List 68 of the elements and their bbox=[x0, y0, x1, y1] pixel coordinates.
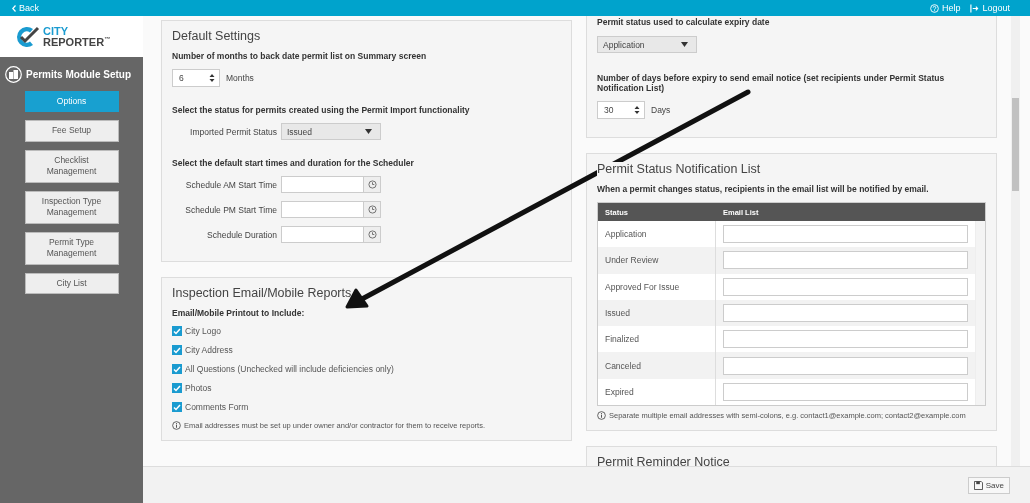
table-cell: Canceled bbox=[598, 352, 716, 379]
logo-text: CITY bbox=[43, 26, 70, 37]
sidebar-item[interactable]: Checklist Management bbox=[24, 149, 119, 183]
field-heading: Email/Mobile Printout to Include: bbox=[172, 308, 306, 318]
checkbox-label: City Logo bbox=[185, 326, 221, 336]
status-dropdown[interactable]: Application bbox=[597, 36, 697, 53]
field-heading: Select the status for permits created using the Permit Import functionality bbox=[172, 105, 471, 115]
clock-icon bbox=[367, 180, 377, 189]
unit-label: Days bbox=[651, 105, 671, 115]
info-icon bbox=[597, 411, 606, 421]
chevron-left-icon bbox=[12, 4, 16, 12]
status-dropdown[interactable]: Issued bbox=[281, 123, 381, 140]
time-field[interactable] bbox=[281, 226, 381, 243]
email-input-field[interactable] bbox=[723, 382, 968, 401]
checkbox-label: Photos bbox=[185, 383, 212, 393]
help-icon bbox=[929, 3, 939, 13]
floppy-icon bbox=[973, 480, 983, 490]
spinner-icon[interactable] bbox=[209, 73, 215, 83]
checkbox[interactable] bbox=[172, 402, 182, 412]
table-cell: Under Review bbox=[598, 247, 716, 274]
info-icon bbox=[172, 421, 181, 430]
email-input-field[interactable] bbox=[723, 251, 968, 270]
field-label: Schedule PM Start Time bbox=[184, 204, 277, 215]
checkbox-label: Comments Form bbox=[185, 402, 249, 412]
field-label: Imported Permit Status bbox=[189, 126, 277, 137]
clock-icon bbox=[367, 230, 377, 239]
email-input-field[interactable] bbox=[723, 225, 968, 244]
checkbox-label: All Questions (Unchecked will include deficiencies only) bbox=[185, 364, 394, 374]
number-field[interactable]: 30 bbox=[597, 101, 645, 119]
email-input-field[interactable] bbox=[723, 304, 968, 323]
table-cell: Approved For Issue bbox=[598, 273, 716, 300]
card-title: Permit Reminder Notice bbox=[597, 455, 731, 466]
time-field[interactable] bbox=[281, 176, 381, 193]
card-title: Inspection Email/Mobile Reports bbox=[172, 286, 353, 300]
field-heading: Select the default start times and duration for the Scheduler bbox=[172, 158, 415, 168]
unit-label: Months bbox=[226, 73, 254, 83]
email-input-field[interactable] bbox=[723, 330, 968, 349]
checkbox[interactable] bbox=[172, 326, 182, 336]
checkbox[interactable] bbox=[172, 364, 182, 374]
time-field[interactable] bbox=[281, 201, 381, 218]
field-heading: Number of months to back date permit list on Summary screen bbox=[172, 51, 428, 61]
field-heading: Permit status used to calculate expiry date bbox=[597, 17, 771, 27]
sidebar-item[interactable]: Fee Setup bbox=[24, 120, 119, 142]
caret-icon bbox=[365, 129, 372, 134]
field-label: Schedule Duration bbox=[206, 229, 277, 240]
field-heading: Number of days before expiry to send email notice (set recipients under Permit Status Notification List) bbox=[597, 73, 946, 93]
card-description: When a permit changes status, recipients in the email list will be notified by email. bbox=[597, 184, 930, 194]
field-label: Schedule AM Start Time bbox=[184, 179, 277, 190]
caret-icon bbox=[681, 42, 688, 47]
sidebar-item[interactable]: Permit Type Management bbox=[24, 231, 119, 265]
page-scrollbar[interactable] bbox=[1011, 16, 1020, 466]
card-title: Default Settings bbox=[172, 29, 262, 43]
table-cell: Expired bbox=[598, 378, 716, 406]
number-field[interactable]: 6 bbox=[172, 69, 220, 87]
email-input-field[interactable] bbox=[723, 356, 968, 375]
table-scrollbar[interactable] bbox=[975, 221, 985, 406]
sidebar-item[interactable]: City List bbox=[24, 272, 119, 295]
save-button[interactable]: Save bbox=[967, 476, 1010, 494]
spinner-icon[interactable] bbox=[634, 105, 640, 115]
sidebar-item[interactable]: Inspection Type Management bbox=[24, 190, 119, 224]
sidebar-title: Permits Module Setup bbox=[26, 69, 131, 80]
clock-icon bbox=[367, 205, 377, 214]
checkbox-label: City Address bbox=[185, 345, 233, 355]
checkbox[interactable] bbox=[172, 345, 182, 355]
checkbox[interactable] bbox=[172, 383, 182, 393]
logout-icon bbox=[970, 3, 980, 13]
email-input-field[interactable] bbox=[723, 277, 968, 296]
card-title: Permit Status Notification List bbox=[597, 162, 763, 176]
